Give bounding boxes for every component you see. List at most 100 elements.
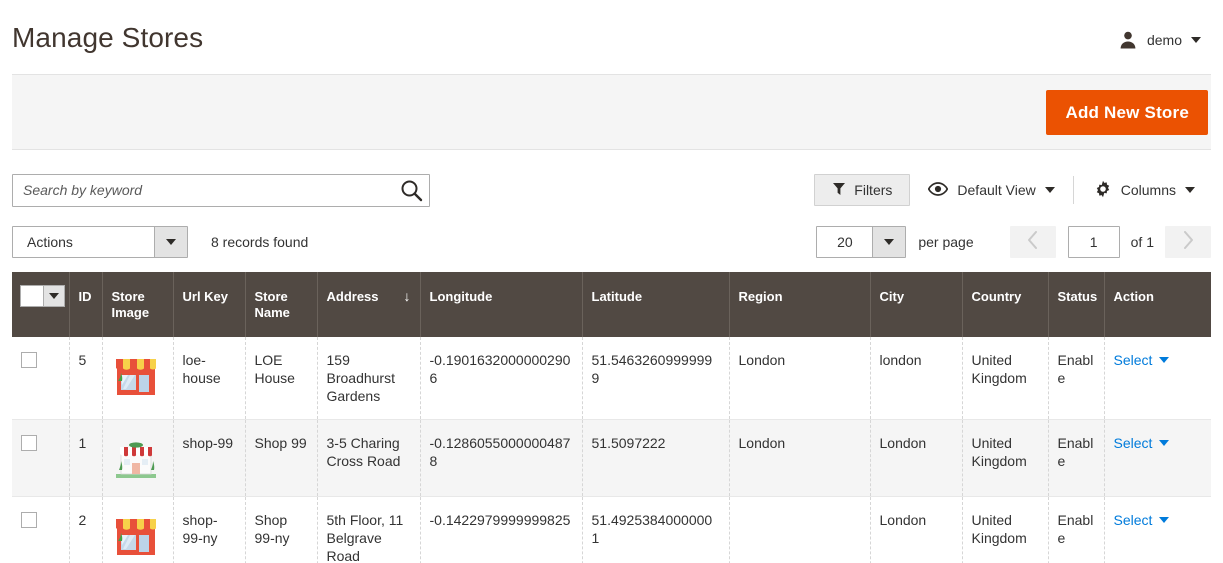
mass-actions-area: Actions 8 records found xyxy=(12,226,308,258)
cell-store-name: Shop 99 xyxy=(245,419,318,497)
cell-url-key: loe-house xyxy=(173,337,246,420)
cell-address: 159 Broadhurst Gardens xyxy=(317,337,421,420)
cell-store-image xyxy=(102,496,174,563)
next-page-button[interactable] xyxy=(1165,226,1211,258)
cell-action[interactable]: Select xyxy=(1104,419,1211,497)
mass-select-control[interactable] xyxy=(20,285,65,307)
chevron-down-icon[interactable] xyxy=(154,227,187,257)
cell-url-key: shop-99-ny xyxy=(173,496,246,563)
page-header: Manage Stores demo xyxy=(0,0,1223,74)
column-header-store-name[interactable]: Store Name xyxy=(245,272,318,337)
select-all-checkbox[interactable] xyxy=(21,286,43,306)
column-label: Address xyxy=(326,289,379,304)
cell-store-image xyxy=(102,337,174,420)
cell-url-key: shop-99 xyxy=(173,419,246,497)
row-checkbox[interactable] xyxy=(21,352,37,368)
search-icon[interactable] xyxy=(399,178,424,203)
chevron-down-icon[interactable] xyxy=(1191,37,1201,43)
column-header-longitude[interactable]: Longitude xyxy=(420,272,583,337)
chevron-down-icon xyxy=(1159,517,1170,523)
pagination-area: 20 per page of 1 xyxy=(816,226,1211,258)
total-pages-label: of 1 xyxy=(1130,234,1154,250)
cell-address: 5th Floor, 11 Belgrave Road xyxy=(317,496,421,563)
column-header-country[interactable]: Country xyxy=(962,272,1049,337)
storefront-orange-icon xyxy=(112,511,164,559)
grid-body: 5 loe-house LOE House 159 Broadhurst Gar… xyxy=(12,337,1211,563)
table-row[interactable]: 5 loe-house LOE House 159 Broadhurst Gar… xyxy=(12,337,1211,420)
add-new-store-button[interactable]: Add New Store xyxy=(1046,89,1208,135)
storefront-white-icon xyxy=(112,434,164,482)
filters-button[interactable]: Filters xyxy=(814,174,911,206)
stores-grid-wrapper: ID Store Image Url Key Store Name Addres… xyxy=(0,262,1223,563)
column-label: Country xyxy=(971,289,1022,304)
previous-page-button[interactable] xyxy=(1009,226,1056,258)
cell-action[interactable]: Select xyxy=(1104,496,1211,563)
cell-latitude: 51.54632609999999 xyxy=(582,337,730,420)
header-mass-select[interactable] xyxy=(12,272,70,337)
search-input[interactable] xyxy=(12,173,430,207)
row-select-label: Select xyxy=(1113,352,1153,368)
per-page-dropdown[interactable]: 20 xyxy=(816,226,907,258)
row-checkbox[interactable] xyxy=(21,512,37,528)
chevron-down-icon[interactable] xyxy=(872,227,906,257)
filters-label: Filters xyxy=(854,182,893,198)
gear-icon xyxy=(1094,180,1112,201)
actions-label: Actions xyxy=(27,234,73,250)
column-label: Latitude xyxy=(591,289,643,304)
records-count: 8 records found xyxy=(211,234,309,250)
cell-id: 2 xyxy=(69,496,103,563)
cell-longitude: -0.1422979999999825 xyxy=(420,496,583,563)
row-select-label: Select xyxy=(1113,512,1153,528)
grid-header-row: ID Store Image Url Key Store Name Addres… xyxy=(12,272,1211,337)
column-header-url-key[interactable]: Url Key xyxy=(173,272,246,337)
default-view-selector[interactable]: Default View xyxy=(910,174,1070,206)
chevron-down-icon[interactable] xyxy=(43,286,64,306)
user-name: demo xyxy=(1146,32,1182,48)
cell-country: United Kingdom xyxy=(962,419,1049,497)
cell-longitude: -0.12860550000004878 xyxy=(420,419,583,497)
row-select-cell[interactable] xyxy=(12,337,70,420)
chevron-down-icon xyxy=(1159,440,1170,446)
column-header-status[interactable]: Status xyxy=(1048,272,1105,337)
cell-city: London xyxy=(870,419,963,497)
chevron-right-icon xyxy=(1183,230,1194,254)
column-header-region[interactable]: Region xyxy=(729,272,871,337)
column-label: Store Image xyxy=(111,289,150,320)
eye-icon xyxy=(928,181,949,199)
grid-controls-row: Filters Default View xyxy=(0,150,1223,210)
table-row[interactable]: 1 shop-99 Shop 99 3-5 Charing Cross Road… xyxy=(12,419,1211,497)
row-select-menu[interactable]: Select xyxy=(1114,351,1170,369)
column-label: Status xyxy=(1057,289,1098,304)
column-header-store-image[interactable]: Store Image xyxy=(102,272,174,337)
cell-id: 5 xyxy=(69,337,103,420)
column-header-city[interactable]: City xyxy=(870,272,963,337)
chevron-down-icon[interactable] xyxy=(1185,187,1195,193)
chevron-down-icon[interactable] xyxy=(1044,187,1055,193)
row-select-menu[interactable]: Select xyxy=(1114,434,1170,452)
grid-header: ID Store Image Url Key Store Name Addres… xyxy=(12,272,1211,337)
columns-selector[interactable]: Columns xyxy=(1076,174,1211,206)
column-header-id[interactable]: ID xyxy=(69,272,103,337)
cell-action[interactable]: Select xyxy=(1104,337,1211,420)
page-actions-bar: Add New Store xyxy=(12,74,1211,150)
table-row[interactable]: 2 shop-99-ny Shop 99-ny 5th Floor, 11 Be… xyxy=(12,496,1211,563)
row-checkbox[interactable] xyxy=(21,435,37,451)
cell-country: United Kingdom xyxy=(962,496,1049,563)
user-menu[interactable]: demo xyxy=(1118,30,1201,50)
chevron-down-icon xyxy=(1159,357,1170,363)
row-select-menu[interactable]: Select xyxy=(1114,511,1170,529)
page-number-input[interactable] xyxy=(1067,226,1120,258)
user-icon xyxy=(1118,30,1138,50)
column-label: Url Key xyxy=(182,289,229,304)
row-select-cell[interactable] xyxy=(12,419,70,497)
cell-region: London xyxy=(729,419,871,497)
column-header-latitude[interactable]: Latitude xyxy=(582,272,730,337)
columns-label: Columns xyxy=(1120,182,1176,198)
column-header-action[interactable]: Action xyxy=(1104,272,1211,337)
column-header-address[interactable]: Address ↓ xyxy=(317,272,421,337)
row-select-cell[interactable] xyxy=(12,496,70,563)
cell-region xyxy=(729,496,871,563)
per-page-value: 20 xyxy=(837,234,853,250)
column-label: Action xyxy=(1113,289,1154,304)
actions-dropdown[interactable]: Actions xyxy=(12,226,188,258)
